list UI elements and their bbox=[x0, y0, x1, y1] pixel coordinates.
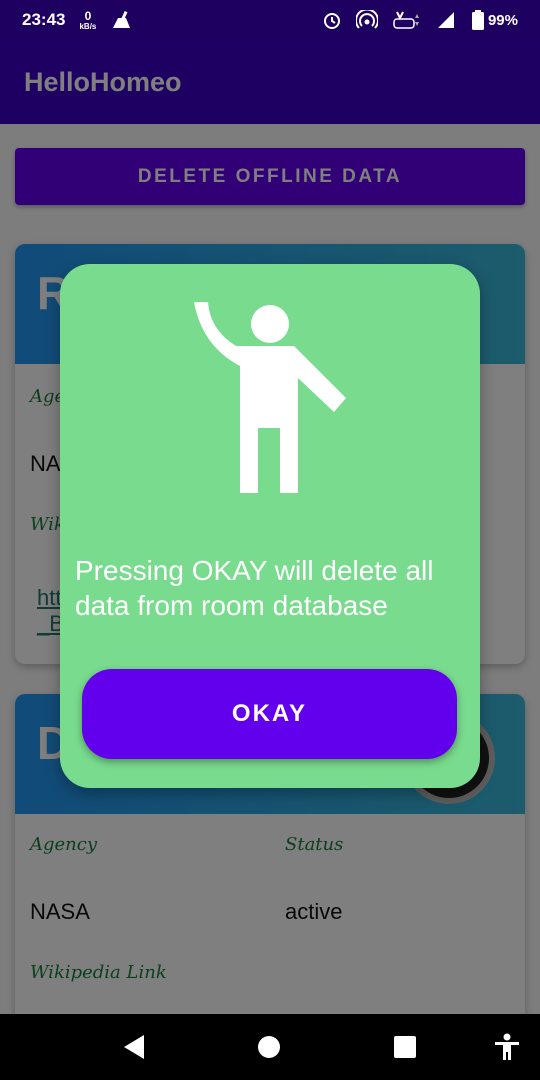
status-time: 23:43 bbox=[22, 10, 66, 29]
status-bar: 23:43 0 kB/s 99% bbox=[0, 0, 540, 40]
battery-percent: 99% bbox=[487, 11, 518, 29]
back-icon bbox=[124, 1035, 144, 1059]
recents-icon bbox=[394, 1036, 416, 1058]
home-button[interactable] bbox=[254, 1032, 284, 1062]
accessibility-icon bbox=[495, 1033, 519, 1060]
accessibility-button[interactable] bbox=[492, 1032, 522, 1062]
confirm-dialog: Pressing OKAY will delete all data from … bbox=[60, 264, 480, 788]
signal-icon bbox=[437, 12, 454, 28]
battery-icon bbox=[471, 10, 484, 30]
back-button[interactable] bbox=[119, 1032, 149, 1062]
alarm-icon bbox=[323, 13, 340, 29]
hotspot-icon bbox=[355, 10, 378, 29]
volte-icon bbox=[393, 11, 419, 29]
waving-person-icon bbox=[194, 302, 346, 493]
broom-icon bbox=[113, 10, 131, 28]
navigation-bar bbox=[0, 1014, 540, 1080]
net-speed: 0 kB/s bbox=[79, 8, 97, 31]
dialog-message: Pressing OKAY will delete all data from … bbox=[75, 555, 434, 621]
recents-button[interactable] bbox=[390, 1032, 420, 1062]
home-icon bbox=[258, 1036, 280, 1058]
okay-button[interactable]: OKAY bbox=[82, 669, 457, 759]
